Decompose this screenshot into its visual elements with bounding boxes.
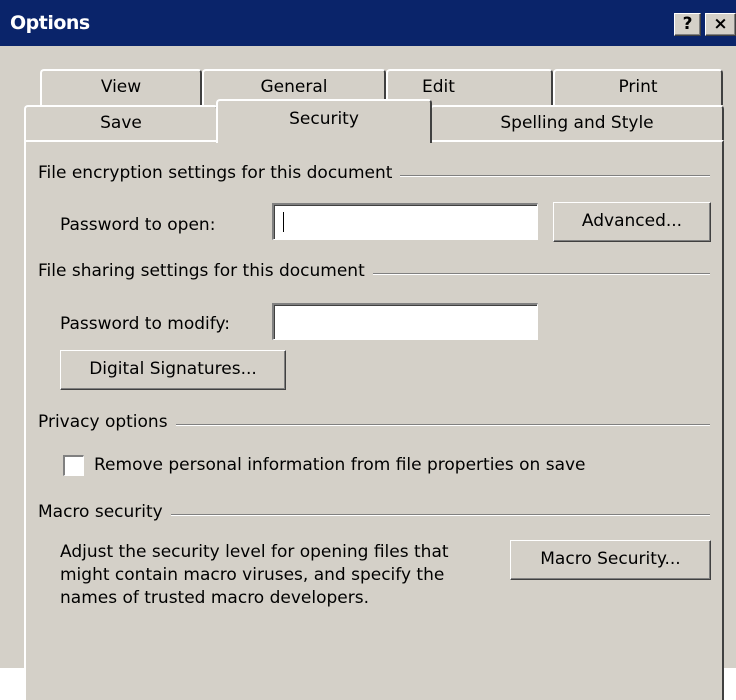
help-icon: ? (682, 14, 693, 34)
tab-save[interactable]: Save (24, 105, 218, 141)
macro-heading: Macro security (38, 502, 171, 522)
title-bar[interactable]: Options ? × (0, 0, 736, 46)
dialog-title: Options (10, 12, 90, 34)
advanced-button[interactable]: Advanced... (553, 202, 711, 242)
tab-print[interactable]: Print (553, 69, 723, 105)
options-dialog: Options ? × View General Edit Print Save… (0, 0, 736, 700)
password-to-modify-input[interactable] (272, 303, 538, 340)
remove-personal-info-label[interactable]: Remove personal information from file pr… (94, 455, 586, 475)
password-to-open-label: Password to open: (60, 215, 216, 235)
tab-view[interactable]: View (40, 69, 202, 105)
password-to-open-input[interactable] (272, 203, 538, 240)
close-icon: × (713, 14, 728, 34)
encryption-heading: File encryption settings for this docume… (38, 163, 401, 183)
sharing-heading: File sharing settings for this document (38, 261, 373, 281)
tab-security[interactable]: Security (216, 99, 432, 143)
password-to-modify-label: Password to modify: (60, 314, 230, 334)
tab-spelling-and-style[interactable]: Spelling and Style (430, 105, 724, 141)
macro-description: Adjust the security level for opening fi… (60, 542, 449, 608)
privacy-heading: Privacy options (38, 412, 176, 432)
remove-personal-info-checkbox[interactable] (63, 455, 84, 476)
text-caret (283, 212, 284, 232)
help-button[interactable]: ? (674, 13, 701, 36)
close-button[interactable]: × (705, 13, 736, 36)
digital-signatures-button[interactable]: Digital Signatures... (60, 350, 286, 390)
macro-security-button[interactable]: Macro Security... (510, 540, 711, 580)
